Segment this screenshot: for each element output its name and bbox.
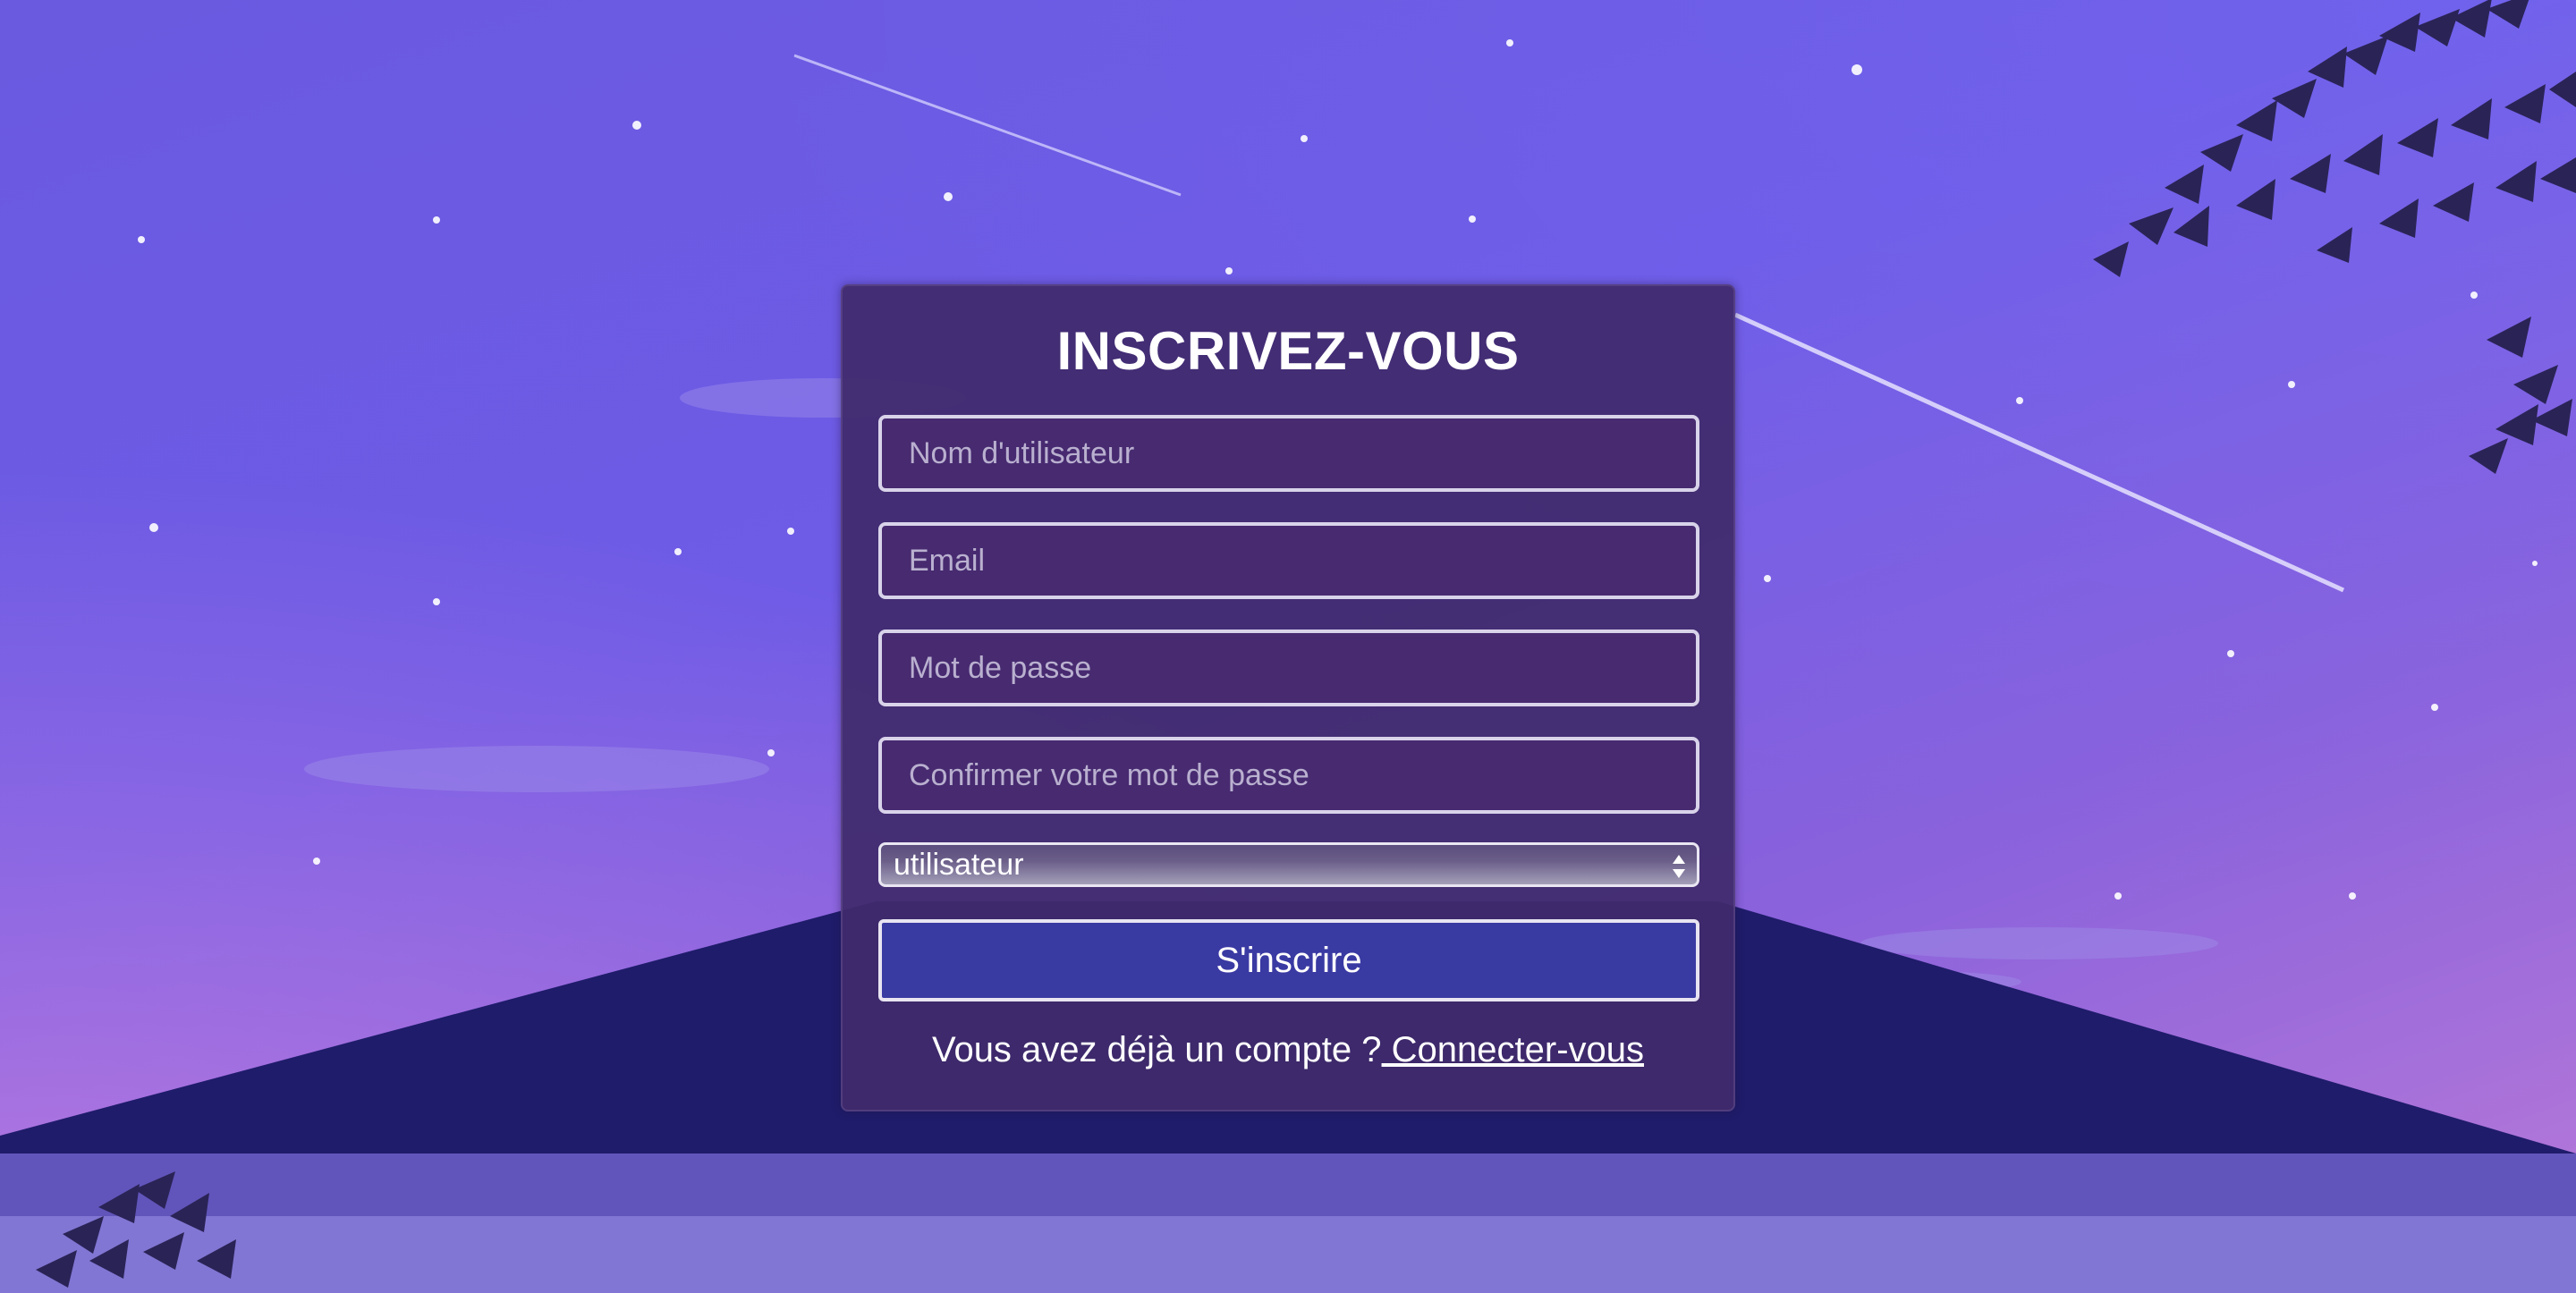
password-input[interactable] [878, 630, 1699, 706]
leaves-top-right [2093, 0, 2576, 277]
confirm-password-input[interactable] [878, 737, 1699, 814]
username-input[interactable] [878, 415, 1699, 492]
background-scene: INSCRIVEZ-VOUS utilisateur S'inscrire Vo… [0, 0, 2576, 1293]
role-select-value: utilisateur [894, 848, 1024, 882]
login-prompt: Vous avez déjà un compte ? Connecter-vou… [843, 1030, 1733, 1070]
page-title: INSCRIVEZ-VOUS [1056, 321, 1520, 381]
chevron-up-down-icon [1673, 855, 1685, 878]
role-select[interactable]: utilisateur [878, 842, 1699, 887]
mist-shape [0, 1216, 2576, 1293]
shooting-star [793, 54, 1182, 197]
email-input[interactable] [878, 522, 1699, 599]
login-link[interactable]: Connecter-vous [1382, 1030, 1644, 1069]
login-prompt-text: Vous avez déjà un compte ? [931, 1030, 1382, 1069]
signup-button[interactable]: S'inscrire [878, 919, 1699, 1001]
leaves-right-edge [2469, 317, 2572, 474]
shooting-star [1733, 312, 2345, 593]
signup-card: INSCRIVEZ-VOUS utilisateur S'inscrire Vo… [841, 284, 1735, 1111]
